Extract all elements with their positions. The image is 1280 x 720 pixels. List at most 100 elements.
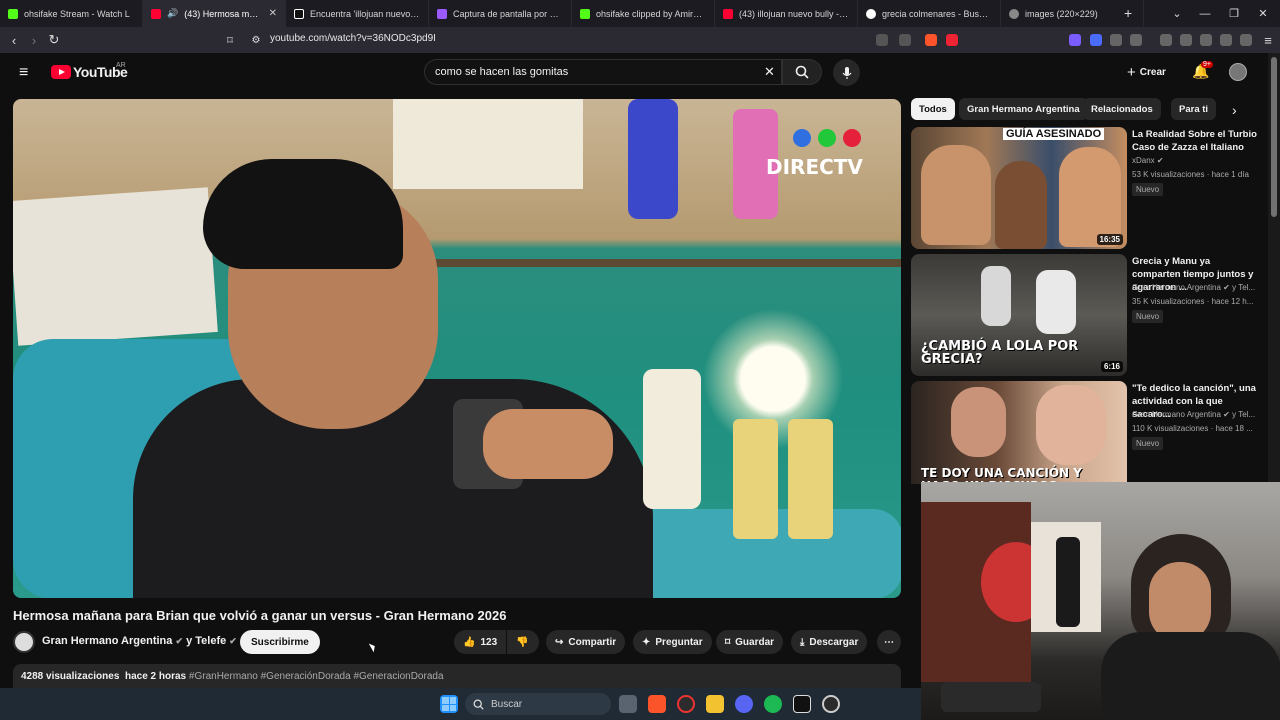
recommendation-channel[interactable]: Gran Hermano Argentina ✔ y Tel... [1132, 283, 1257, 292]
search-icon [795, 65, 809, 79]
browser-tab[interactable]: (43) illojuan nuevo bully - You [715, 0, 858, 27]
back-icon[interactable]: ‹ [4, 30, 24, 50]
video-thumbnail[interactable]: ¿CAMBIÓ A LOLA POR GRECIA? 6:16 [911, 254, 1127, 376]
taskbar-search[interactable]: Buscar [465, 693, 611, 715]
channel-name[interactable]: Gran Hermano Argentina ✔ y Telefe ✔ [42, 635, 237, 647]
verified-icon: ✔ [175, 636, 184, 646]
video-player[interactable]: DIRECTV [13, 99, 901, 598]
wallet-icon[interactable] [1200, 34, 1212, 46]
download-button[interactable]: ⤓ Descargar [791, 630, 868, 654]
browser-tab[interactable]: ohsifake clipped by AmirAbra [572, 0, 715, 27]
sparkle-icon: ✦ [642, 636, 651, 648]
video-thumbnail[interactable]: TE DOY UNA CANCIÓN Y HAGO UN DISCURSO [911, 381, 1127, 484]
recommendation-item[interactable]: GUÍA ASESINADO 16:35 La Realidad Sobre e… [911, 127, 1266, 249]
description-box[interactable]: 4288 visualizaciones hace 2 horas #GranH… [13, 664, 901, 688]
search-button[interactable] [782, 59, 822, 85]
file-explorer-icon[interactable] [706, 695, 724, 713]
recommendation-title[interactable]: La Realidad Sobre el Turbio Caso de Zazz… [1132, 128, 1257, 154]
bookmark-icon[interactable]: ⌑ [220, 30, 240, 50]
reload-icon[interactable]: ↻ [44, 30, 64, 50]
chip-para-ti[interactable]: Para ti [1171, 98, 1217, 120]
share-icon[interactable] [899, 34, 911, 46]
video-meta: 4288 visualizaciones hace 2 horas #GranH… [21, 671, 444, 682]
menu-icon[interactable]: ≡ [1258, 30, 1278, 50]
chip-relacionados[interactable]: Relacionados [1083, 98, 1161, 120]
search-box[interactable]: como se hacen las gomitas ✕ [424, 59, 782, 85]
hashtags[interactable]: #GranHermano #GeneraciónDorada #Generaci… [189, 671, 444, 682]
verified-icon: ✔ [229, 636, 237, 646]
subscribe-button[interactable]: Suscribirme [240, 630, 320, 654]
browser-tab[interactable]: Encuentra 'illojuan nuevo bull [286, 0, 429, 27]
channel-avatar[interactable] [13, 631, 35, 653]
like-button[interactable]: 👍 123 [454, 630, 506, 654]
voice-search-button[interactable] [833, 59, 860, 86]
thumbnail-caption: GUÍA ASESINADO [1003, 128, 1105, 140]
extension-icon[interactable] [1069, 34, 1081, 46]
browser-tab[interactable]: grecia colmenares - Buscar co [858, 0, 1001, 27]
spotify-icon[interactable] [764, 695, 782, 713]
tiktok-icon [294, 8, 304, 19]
spray-bottle [788, 419, 833, 539]
keyboard [941, 682, 1041, 712]
dislike-button[interactable]: 👎 [507, 630, 539, 654]
directv-logo-icon [818, 129, 836, 147]
avatar[interactable] [1229, 63, 1247, 81]
thumbs-up-icon: 👍 [463, 636, 476, 648]
more-actions-button[interactable]: ⋯ [877, 630, 901, 654]
wall-poster [393, 99, 583, 189]
browser-tab[interactable]: ohsifake Stream - Watch L [0, 0, 143, 27]
extension-icon[interactable] [1130, 34, 1142, 46]
forward-icon[interactable]: › [24, 30, 44, 50]
discord-icon[interactable] [735, 695, 753, 713]
recommendation-channel[interactable]: Gran Hermano Argentina ✔ y Tel... [1132, 410, 1257, 419]
music-icon[interactable] [1160, 34, 1172, 46]
download-icon: ⤓ [800, 636, 805, 648]
share-button[interactable]: ↪ Compartir [546, 630, 626, 654]
save-button[interactable]: ⌑ Guardar [716, 630, 784, 654]
bottle [628, 99, 678, 219]
youtube-logo-icon[interactable] [51, 65, 71, 79]
clear-search-icon[interactable]: ✕ [764, 64, 775, 80]
chip-gran-hermano[interactable]: Gran Hermano Argentina [959, 98, 1088, 120]
new-tab-button[interactable]: + [1124, 5, 1132, 21]
browser-tab-active[interactable]: 🔊(43) Hermosa mañana✕ [143, 0, 286, 27]
app-icon[interactable] [677, 695, 695, 713]
recommendation-stats: 35 K visualizaciones · hace 12 h... [1132, 297, 1254, 306]
recommendation-channel[interactable]: xDanx ✔ [1132, 156, 1257, 165]
site-settings-icon[interactable]: ⚙ [246, 30, 266, 50]
vpn-icon[interactable] [1240, 34, 1252, 46]
plus-icon: + [1127, 63, 1136, 81]
person-hand [483, 409, 613, 479]
brave-shield-icon[interactable] [925, 34, 937, 46]
speaker-icon[interactable]: 🔊 [167, 8, 178, 19]
app-icon[interactable] [793, 695, 811, 713]
brave-browser-icon[interactable] [648, 695, 666, 713]
close-window-icon[interactable]: ✕ [1246, 0, 1280, 27]
create-button[interactable]: + Crear [1121, 60, 1172, 84]
search-input[interactable]: como se hacen las gomitas [435, 66, 568, 78]
extension-icon[interactable] [1090, 34, 1102, 46]
url-field[interactable]: youtube.com/watch?v=36NODc3pd9I [270, 33, 436, 44]
windows-start-icon[interactable] [440, 695, 458, 713]
browser-tab[interactable]: images (220×229) [1001, 0, 1144, 27]
puzzle-icon[interactable] [1110, 34, 1122, 46]
brave-rewards-icon[interactable] [946, 34, 958, 46]
scrollbar-thumb[interactable] [1271, 57, 1277, 217]
duration-badge: 16:35 [1096, 234, 1123, 245]
wall-photos [13, 187, 218, 346]
chip-todos[interactable]: Todos [911, 98, 955, 120]
recommendation-item[interactable]: ¿CAMBIÓ A LOLA POR GRECIA? 6:16 Grecia y… [911, 254, 1266, 376]
sidebar-icon[interactable] [1180, 34, 1192, 46]
page-scrollbar[interactable] [1268, 53, 1280, 483]
leo-ai-icon[interactable] [1220, 34, 1232, 46]
ask-button[interactable]: ✦ Preguntar [633, 630, 712, 654]
more-icon: ⋯ [884, 636, 894, 648]
hamburger-menu-icon[interactable]: ≡ [19, 64, 28, 82]
cast-icon[interactable] [876, 34, 888, 46]
video-thumbnail[interactable]: GUÍA ASESINADO 16:35 [911, 127, 1127, 249]
chips-next-chevron-icon[interactable]: › [1232, 102, 1237, 118]
close-tab-icon[interactable]: ✕ [269, 8, 277, 19]
task-view-icon[interactable] [619, 695, 637, 713]
browser-tab[interactable]: Captura de pantalla por Light [429, 0, 572, 27]
app-icon[interactable] [822, 695, 840, 713]
